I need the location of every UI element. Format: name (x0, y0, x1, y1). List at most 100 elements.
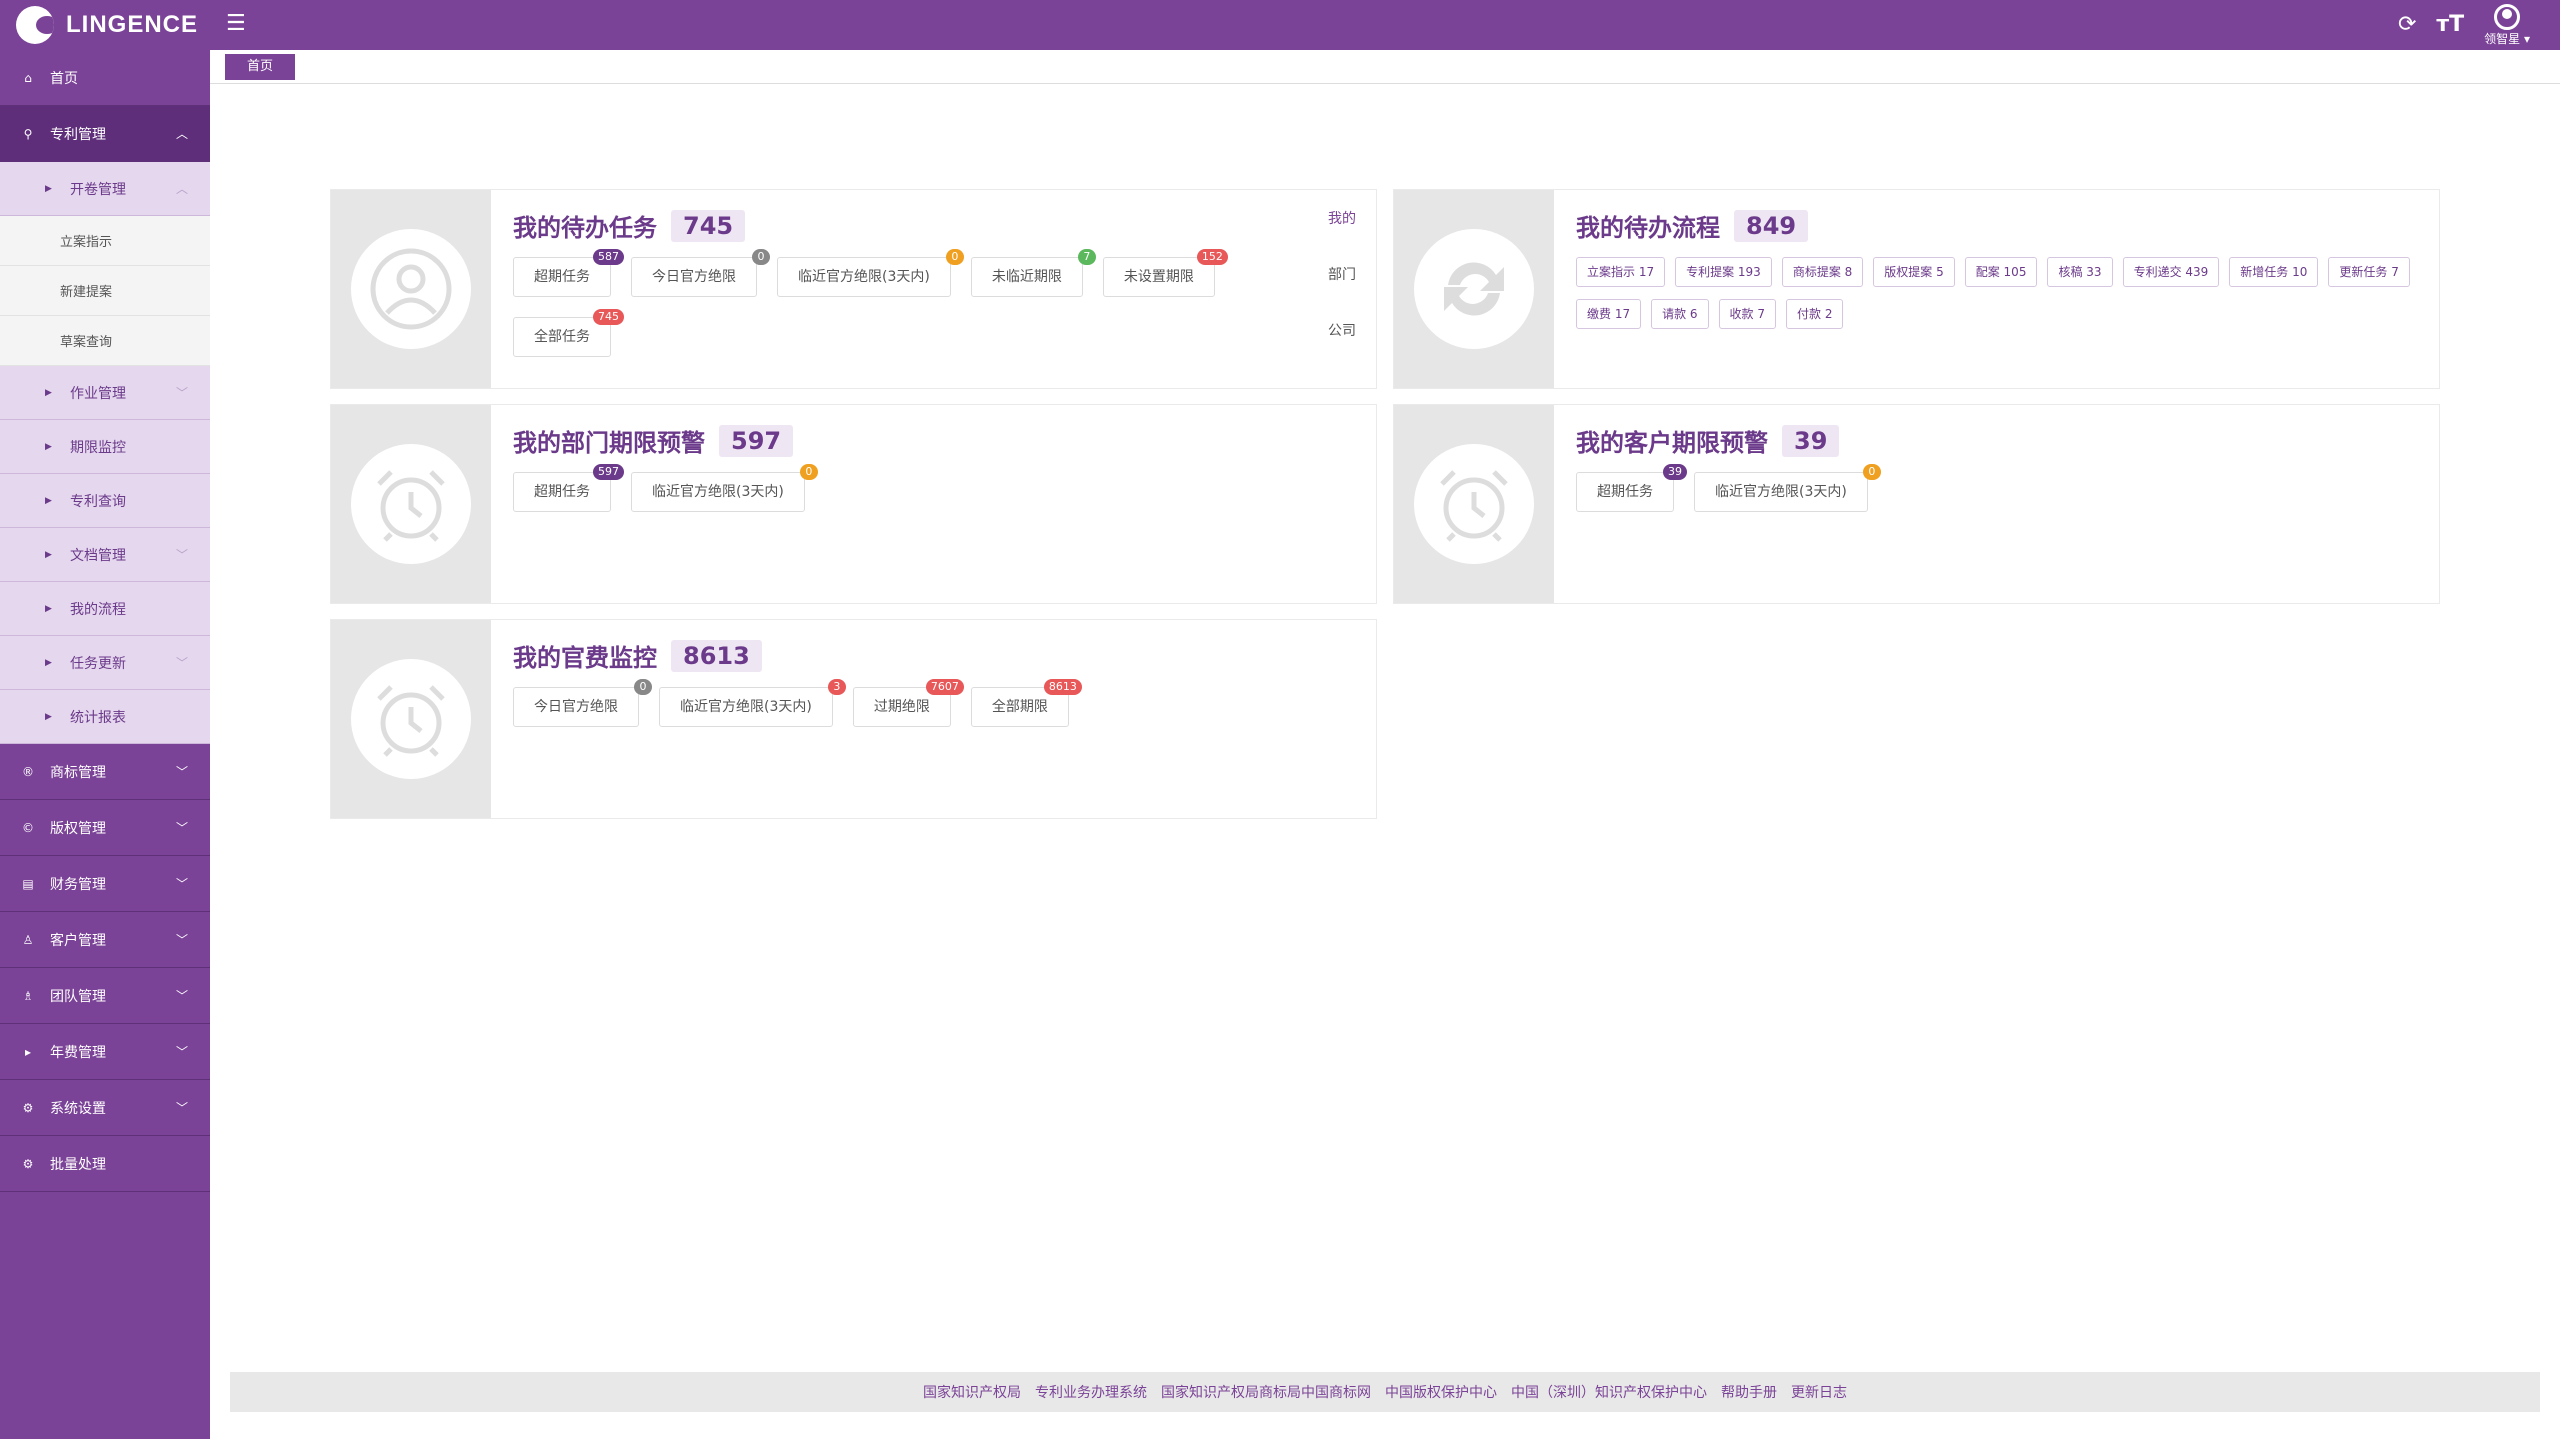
sync-icon (1414, 229, 1534, 349)
database-icon: ▤ (22, 876, 34, 891)
sidebar-sub-item[interactable]: ▶ 我的流程 (0, 582, 210, 636)
sidebar-sub-item[interactable]: ▶ 期限监控 (0, 420, 210, 474)
user-menu[interactable]: 领智星 ▾ (2484, 4, 2530, 46)
scope-department[interactable]: 部门 (1328, 264, 1356, 320)
count-badge: 7 (1077, 249, 1096, 265)
flow-tag[interactable]: 缴费 17 (1576, 299, 1642, 329)
sidebar-item-label: 首页 (50, 70, 78, 87)
sidebar-sub-item[interactable]: ▶ 任务更新 ﹀ (0, 636, 210, 690)
button-label: 临近官方绝限(3天内) (652, 484, 784, 500)
scope-mine[interactable]: 我的 (1328, 208, 1356, 264)
card-count: 597 (719, 424, 794, 457)
card-body: 我的部门期限预警 597 超期任务 597 临近官方绝限(3天内) 0 (513, 423, 1356, 512)
sidebar-item-team[interactable]: ♗ 团队管理 ﹀ (0, 968, 210, 1024)
flow-tag[interactable]: 新增任务 10 (2229, 257, 2319, 287)
near-deadline-button[interactable]: 临近官方绝限(3天内) 3 (659, 679, 846, 727)
sidebar: ⌂ 首页 ⚲ 专利管理 ︿ ▶ 开卷管理 ︿ 立案指示 新建提案 草案查询 ▶ 作… (0, 50, 210, 1439)
today-deadline-button[interactable]: 今日官方绝限 0 (631, 249, 770, 297)
card-title: 我的官费监控 8613 (513, 638, 1356, 673)
footer-link[interactable]: 更新日志 (1791, 1382, 1847, 1402)
sidebar-item-label: 商标管理 (50, 764, 106, 781)
near-deadline-button[interactable]: 临近官方绝限(3天内) 0 (631, 464, 818, 512)
sidebar-sub-item[interactable]: ▶ 统计报表 (0, 690, 210, 744)
near-deadline-button[interactable]: 临近官方绝限(3天内) 0 (777, 249, 964, 297)
all-tasks-button[interactable]: 全部任务 745 (513, 309, 624, 357)
card-todo-tasks: 我的待办任务 745 超期任务 587 今日官方绝限 0 临近官方绝限(3天内) 0 … (330, 189, 1377, 389)
user-icon: ♙ (22, 932, 34, 947)
not-near-deadline-button[interactable]: 未临近期限 7 (970, 249, 1096, 297)
sidebar-item-home[interactable]: ⌂ 首页 (0, 50, 210, 106)
sidebar-item-annual-fee[interactable]: ▸ 年费管理 ﹀ (0, 1024, 210, 1080)
flow-tag[interactable]: 版权提案 5 (1873, 257, 1955, 287)
card-fee-monitor: 我的官费监控 8613 今日官方绝限 0 临近官方绝限(3天内) 3 过期绝限 760… (330, 619, 1377, 819)
count-badge: 152 (1196, 249, 1228, 265)
card-icon-area (331, 190, 491, 388)
no-deadline-button[interactable]: 未设置期限 152 (1102, 249, 1228, 297)
button-group: 超期任务 587 今日官方绝限 0 临近官方绝限(3天内) 0 未临近期限 7 未设置期… (513, 249, 1233, 357)
caret-right-icon: ▶ (45, 387, 52, 398)
sidebar-sub-item[interactable]: ▶ 专利查询 (0, 474, 210, 528)
overdue-tasks-button[interactable]: 超期任务 597 (513, 464, 624, 512)
button-label: 今日官方绝限 (534, 699, 618, 715)
sidebar-sub-item[interactable]: ▶ 文档管理 ﹀ (0, 528, 210, 582)
card-count: 745 (671, 209, 746, 242)
logo[interactable]: LINGENCE (16, 6, 198, 44)
flow-tag[interactable]: 收款 7 (1718, 299, 1776, 329)
refresh-icon[interactable]: ⟳ (2398, 4, 2416, 46)
flow-tag[interactable]: 请款 6 (1651, 299, 1709, 329)
card-count: 849 (1734, 209, 1809, 242)
sidebar-item-copyright[interactable]: © 版权管理 ﹀ (0, 800, 210, 856)
button-label: 临近官方绝限(3天内) (680, 699, 812, 715)
expired-deadline-button[interactable]: 过期绝限 7607 (852, 679, 964, 727)
footer-link[interactable]: 国家知识产权局 (923, 1382, 1021, 1402)
overdue-tasks-button[interactable]: 超期任务 39 (1576, 464, 1687, 512)
button-label: 超期任务 (534, 484, 590, 500)
flow-tag[interactable]: 立案指示 17 (1576, 257, 1666, 287)
flow-tag[interactable]: 商标提案 8 (1781, 257, 1864, 287)
flow-tag[interactable]: 核稿 33 (2047, 257, 2113, 287)
font-size-icon[interactable]: ᴛT (2436, 4, 2464, 46)
flow-tag[interactable]: 配案 105 (1964, 257, 2038, 287)
sidebar-item-settings[interactable]: ⚙ 系统设置 ﹀ (0, 1080, 210, 1136)
sidebar-sub-label: 专利查询 (70, 493, 126, 510)
overdue-tasks-button[interactable]: 超期任务 587 (513, 249, 624, 297)
sidebar-item-trademark[interactable]: ® 商标管理 ﹀ (0, 744, 210, 800)
alarm-clock-icon (1414, 444, 1534, 564)
card-title: 我的部门期限预警 597 (513, 423, 1356, 458)
sidebar-item-batch[interactable]: ⚙ 批量处理 (0, 1136, 210, 1192)
sidebar-leaf-item[interactable]: 草案查询 (0, 316, 210, 366)
tab-home[interactable]: 首页 (225, 54, 296, 80)
card-todo-flows: 我的待办流程 849 立案指示 17 专利提案 193 商标提案 8 版权提案 … (1393, 189, 2440, 389)
footer-link[interactable]: 中国版权保护中心 (1385, 1382, 1497, 1402)
top-header: LINGENCE ☰ ⟳ ᴛT 领智星 ▾ (0, 0, 2560, 50)
flow-tag[interactable]: 专利提案 193 (1675, 257, 1772, 287)
footer-link[interactable]: 帮助手册 (1721, 1382, 1777, 1402)
footer-link[interactable]: 专利业务办理系统 (1035, 1382, 1147, 1402)
card-title-text: 我的官费监控 (513, 644, 657, 672)
sidebar-item-finance[interactable]: ▤ 财务管理 ﹀ (0, 856, 210, 912)
flow-tag[interactable]: 专利递交 439 (2122, 257, 2220, 287)
footer-link[interactable]: 中国（深圳）知识产权保护中心 (1511, 1382, 1707, 1402)
sidebar-sub-item[interactable]: ▶ 作业管理 ﹀ (0, 366, 210, 420)
all-deadlines-button[interactable]: 全部期限 8613 (970, 679, 1082, 727)
count-badge: 8613 (1043, 679, 1082, 695)
flow-tag[interactable]: 付款 2 (1786, 299, 1844, 329)
alarm-clock-icon (351, 659, 471, 779)
sidebar-item-client[interactable]: ♙ 客户管理 ﹀ (0, 912, 210, 968)
near-deadline-button[interactable]: 临近官方绝限(3天内) 0 (1694, 464, 1881, 512)
hamburger-menu-icon[interactable]: ☰ (226, 13, 248, 35)
sidebar-leaf-item[interactable]: 立案指示 (0, 216, 210, 266)
sidebar-item-patent[interactable]: ⚲ 专利管理 ︿ (0, 106, 210, 162)
today-deadline-button[interactable]: 今日官方绝限 0 (513, 679, 652, 727)
sidebar-sub-case-mgmt[interactable]: ▶ 开卷管理 ︿ (0, 162, 210, 216)
card-icon-area (1394, 405, 1554, 603)
flow-tag[interactable]: 更新任务 7 (2328, 257, 2410, 287)
sidebar-item-label: 年费管理 (50, 1044, 106, 1061)
sidebar-leaf-item[interactable]: 新建提案 (0, 266, 210, 316)
sidebar-item-label: 版权管理 (50, 820, 106, 837)
footer-link[interactable]: 国家知识产权局商标局中国商标网 (1161, 1382, 1371, 1402)
copyright-icon: © (22, 820, 34, 835)
button-group: 超期任务 597 临近官方绝限(3天内) 0 (513, 464, 1233, 512)
count-badge: 0 (634, 679, 652, 695)
scope-company[interactable]: 公司 (1328, 320, 1356, 376)
